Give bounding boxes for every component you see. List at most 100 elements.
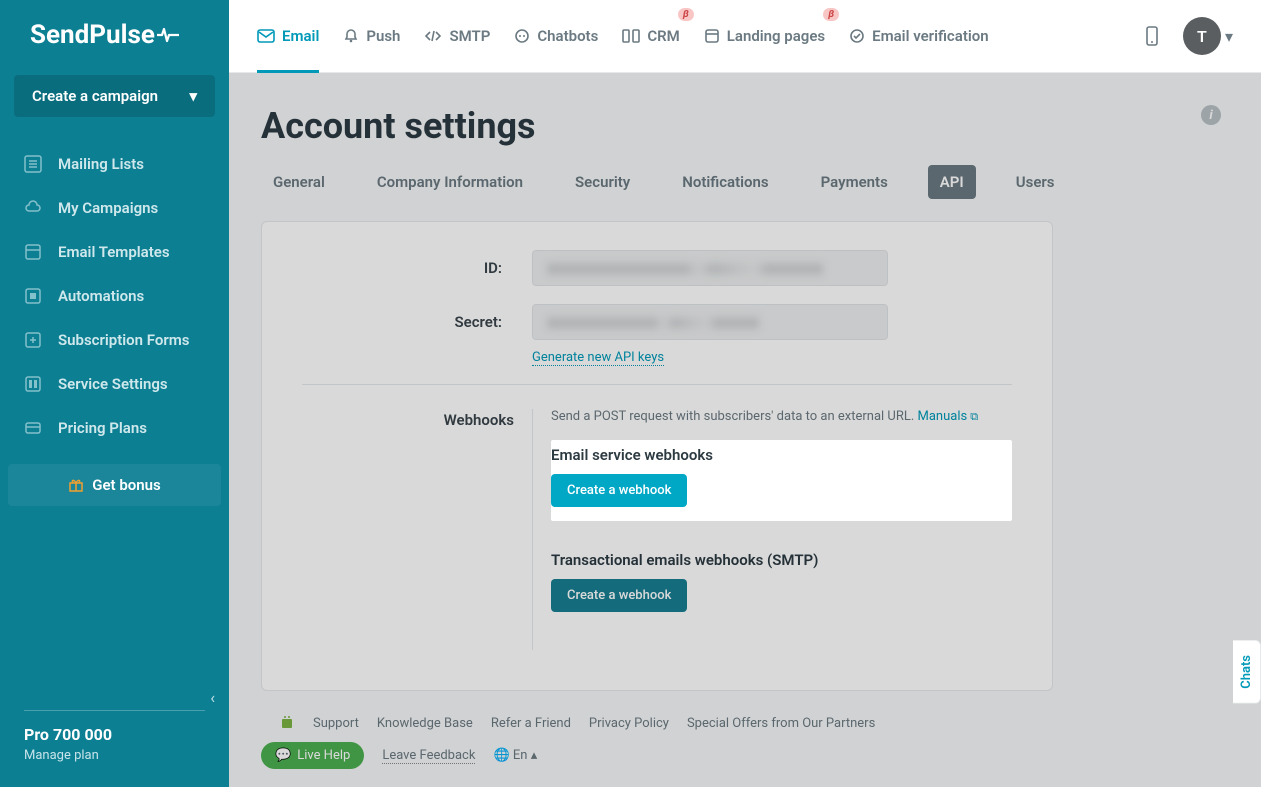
- info-icon[interactable]: i: [1201, 105, 1221, 125]
- page-title: Account settings: [261, 105, 1221, 147]
- sidebar-item-service-settings[interactable]: Service Settings: [0, 362, 229, 406]
- gift-icon: [68, 477, 84, 493]
- user-menu[interactable]: T ▾: [1183, 17, 1233, 55]
- id-row: ID:: [302, 250, 1012, 286]
- tab-crm[interactable]: CRM β: [622, 0, 679, 72]
- code-icon: [424, 29, 442, 43]
- tab-label: CRM: [647, 27, 679, 45]
- footer-link-kb[interactable]: Knowledge Base: [377, 716, 473, 731]
- id-label: ID:: [302, 259, 532, 277]
- manuals-link[interactable]: Manuals⧉: [918, 409, 979, 424]
- api-card: ID: Secret: Generate new API keys Webhoo…: [261, 221, 1053, 691]
- tab-api[interactable]: API: [928, 165, 976, 199]
- footer-link-refer[interactable]: Refer a Friend: [491, 716, 571, 731]
- email-webhooks-block: Email service webhooks Create a webhook: [551, 440, 1012, 521]
- chevron-down-icon: ▾: [189, 87, 197, 105]
- create-campaign-button[interactable]: Create a campaign ▾: [14, 75, 215, 117]
- tab-label: SMTP: [449, 27, 490, 45]
- get-bonus-button[interactable]: Get bonus: [8, 464, 221, 506]
- footer-link-support[interactable]: Support: [313, 716, 359, 731]
- tab-smtp[interactable]: SMTP: [424, 0, 490, 72]
- bell-icon: [343, 28, 359, 44]
- globe-icon: 🌐: [493, 748, 509, 763]
- manage-plan-link[interactable]: Manage plan: [24, 748, 205, 763]
- tab-label: Push: [366, 27, 400, 45]
- create-smtp-webhook-button[interactable]: Create a webhook: [551, 579, 687, 612]
- tab-label: Email: [282, 27, 319, 45]
- tab-email-verification[interactable]: Email verification: [849, 0, 989, 72]
- id-field[interactable]: [532, 250, 888, 286]
- mobile-icon[interactable]: [1145, 26, 1159, 46]
- smtp-webhooks-block: Transactional emails webhooks (SMTP) Cre…: [551, 545, 1012, 626]
- divider: [302, 384, 1012, 385]
- collapse-sidebar-icon[interactable]: ‹: [210, 688, 215, 707]
- beta-badge: β: [823, 8, 839, 21]
- tab-label: Chatbots: [537, 27, 598, 45]
- chats-sidebar-tab[interactable]: Chats: [1233, 640, 1261, 704]
- pricing-icon: [24, 419, 42, 437]
- sidebar-item-automations[interactable]: Automations: [0, 274, 229, 318]
- tab-general[interactable]: General: [261, 165, 337, 199]
- webhooks-label: Webhooks: [302, 409, 532, 650]
- chat-bubble-icon: 💬: [275, 748, 291, 763]
- create-email-webhook-button[interactable]: Create a webhook: [551, 474, 687, 507]
- footer-link-privacy[interactable]: Privacy Policy: [589, 716, 669, 731]
- chat-icon: [514, 28, 530, 44]
- language-selector[interactable]: 🌐 En ▴: [493, 748, 537, 763]
- landing-icon: [704, 28, 720, 44]
- tab-users[interactable]: Users: [1004, 165, 1067, 199]
- tab-company-info[interactable]: Company Information: [365, 165, 535, 199]
- tab-notifications[interactable]: Notifications: [670, 165, 780, 199]
- divider: [24, 710, 205, 711]
- tab-security[interactable]: Security: [563, 165, 642, 199]
- android-icon[interactable]: [279, 714, 295, 732]
- template-icon: [24, 243, 42, 261]
- sidebar-item-label: Automations: [58, 287, 144, 305]
- create-campaign-label: Create a campaign: [32, 87, 158, 105]
- pulse-icon: [157, 26, 179, 44]
- avatar: T: [1183, 17, 1221, 55]
- tab-payments[interactable]: Payments: [809, 165, 900, 199]
- sidebar: SendPulse Create a campaign ▾ Mailing Li…: [0, 0, 229, 787]
- sidebar-item-label: Subscription Forms: [58, 331, 189, 349]
- check-icon: [849, 28, 865, 44]
- generate-api-keys-link[interactable]: Generate new API keys: [532, 350, 664, 366]
- live-help-button[interactable]: 💬 Live Help: [261, 742, 364, 769]
- beta-badge: β: [678, 8, 694, 21]
- email-icon: [257, 29, 275, 43]
- tab-email[interactable]: Email: [257, 0, 319, 72]
- sidebar-item-subscription-forms[interactable]: Subscription Forms: [0, 318, 229, 362]
- tab-push[interactable]: Push: [343, 0, 400, 72]
- sidebar-item-pricing-plans[interactable]: Pricing Plans: [0, 406, 229, 450]
- footer-links-row: Support Knowledge Base Refer a Friend Pr…: [261, 714, 1229, 732]
- tab-chatbots[interactable]: Chatbots: [514, 0, 598, 72]
- secret-field[interactable]: [532, 304, 888, 340]
- footer: Support Knowledge Base Refer a Friend Pr…: [229, 700, 1261, 787]
- webhooks-desc-text: Send a POST request with subscribers' da…: [551, 409, 914, 424]
- tab-label: Landing pages: [727, 27, 825, 45]
- secret-row: Secret:: [302, 304, 1012, 340]
- sidebar-item-email-templates[interactable]: Email Templates: [0, 230, 229, 274]
- lang-label: En: [513, 748, 528, 763]
- cloud-icon: [24, 199, 42, 217]
- footer-link-offers[interactable]: Special Offers from Our Partners: [687, 716, 875, 731]
- tab-landing-pages[interactable]: Landing pages β: [704, 0, 825, 72]
- footer-row-2: 💬 Live Help Leave Feedback 🌐 En ▴: [261, 742, 1229, 769]
- sidebar-item-label: Email Templates: [58, 243, 170, 261]
- brand-logo[interactable]: SendPulse: [0, 0, 229, 75]
- topbar-right: T ▾: [1145, 17, 1233, 55]
- topbar: Email Push SMTP Chatbots CRM β Landing p…: [229, 0, 1261, 73]
- leave-feedback-link[interactable]: Leave Feedback: [382, 748, 475, 764]
- sidebar-item-label: Service Settings: [58, 375, 168, 393]
- brand-name: SendPulse: [30, 20, 155, 50]
- main-content: Account settings General Company Informa…: [229, 73, 1261, 787]
- settings-tabs: General Company Information Security Not…: [261, 165, 1221, 199]
- plan-name: Pro 700 000: [24, 725, 205, 744]
- automation-icon: [24, 287, 42, 305]
- crm-icon: [622, 29, 640, 43]
- sidebar-footer: ‹ Pro 700 000 Manage plan: [0, 698, 229, 787]
- sidebar-item-mailing-lists[interactable]: Mailing Lists: [0, 142, 229, 186]
- external-link-icon: ⧉: [970, 410, 978, 423]
- chevron-up-icon: ▴: [531, 748, 538, 763]
- sidebar-item-my-campaigns[interactable]: My Campaigns: [0, 186, 229, 230]
